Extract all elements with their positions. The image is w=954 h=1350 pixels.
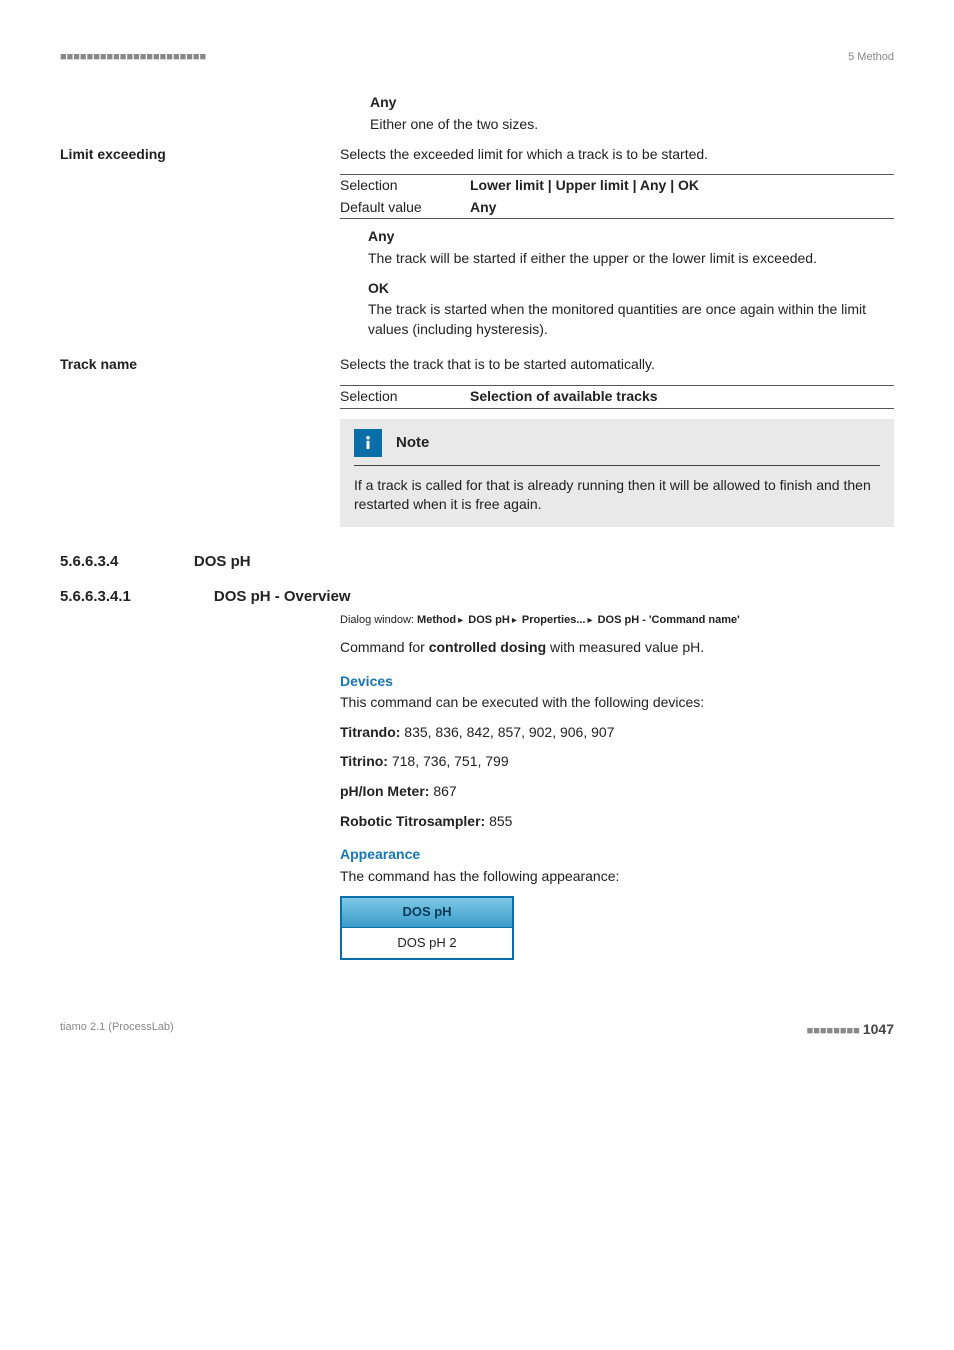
sel-key: Selection	[340, 175, 470, 197]
sec1-num: 5.6.6.3.4	[60, 551, 190, 572]
header-decoration: ■■■■■■■■■■■■■■■■■■■■■■	[60, 50, 206, 65]
dialog-path: Dialog window: Method DOS pH Properties.…	[340, 613, 894, 628]
limit-exceeding-table: Selection Lower limit | Upper limit | An…	[340, 174, 894, 219]
any-title: Any	[370, 93, 894, 113]
default-val: Any	[470, 199, 496, 215]
titrando-line: Titrando: 835, 836, 842, 857, 902, 906, …	[340, 723, 894, 743]
sec2-title: DOS pH - Overview	[214, 588, 351, 605]
triangle-icon	[510, 614, 519, 626]
dialog-b: DOS pH	[468, 614, 510, 626]
track-name-table: Selection Selection of available tracks	[340, 385, 894, 409]
dialog-d: DOS pH - 'Command name'	[598, 614, 740, 626]
cmd-desc-bold: controlled dosing	[429, 639, 546, 655]
appearance-intro: The command has the following appearance…	[340, 867, 894, 887]
command-desc: Command for controlled dosing with measu…	[340, 638, 894, 658]
titrino-line: Titrino: 718, 736, 751, 799	[340, 752, 894, 772]
limit-exceeding-label: Limit exceeding	[60, 145, 320, 165]
triangle-icon	[456, 614, 465, 626]
note-title: Note	[396, 432, 429, 453]
note-box: Note If a track is called for that is al…	[340, 419, 894, 527]
titrando-val: 835, 836, 842, 857, 902, 906, 907	[400, 724, 614, 740]
footer-bars: ■■■■■■■■	[807, 1025, 860, 1037]
sec1-title: DOS pH	[194, 553, 251, 570]
command-box-title: DOS pH	[342, 898, 512, 927]
cmd-desc-post: with measured value pH.	[546, 639, 704, 655]
page-number: 1047	[863, 1021, 894, 1037]
phion-label: pH/Ion Meter:	[340, 783, 429, 799]
phion-val: 867	[429, 783, 456, 799]
devices-intro: This command can be executed with the fo…	[340, 693, 894, 713]
default-key: Default value	[340, 197, 470, 219]
footer-left: tiamo 2.1 (ProcessLab)	[60, 1020, 174, 1040]
robotic-line: Robotic Titrosampler: 855	[340, 812, 894, 832]
track-sel-val: Selection of available tracks	[470, 388, 658, 404]
ok-subdesc: The track is started when the monitored …	[368, 300, 894, 339]
cmd-desc-pre: Command for	[340, 639, 429, 655]
ok-subhead: OK	[368, 279, 894, 299]
command-box: DOS pH DOS pH 2	[340, 896, 514, 959]
sel-val: Lower limit | Upper limit | Any | OK	[470, 177, 699, 193]
titrando-label: Titrando:	[340, 724, 400, 740]
phion-line: pH/Ion Meter: 867	[340, 782, 894, 802]
devices-heading: Devices	[340, 672, 894, 692]
any-subhead: Any	[368, 227, 894, 247]
titrino-val: 718, 736, 751, 799	[388, 753, 509, 769]
any-desc: Either one of the two sizes.	[370, 115, 894, 135]
any-subdesc: The track will be started if either the …	[368, 249, 894, 269]
robotic-val: 855	[485, 813, 512, 829]
footer-right: ■■■■■■■■ 1047	[807, 1020, 894, 1040]
dialog-a: Method	[417, 614, 456, 626]
command-box-body: DOS pH 2	[342, 928, 512, 958]
robotic-label: Robotic Titrosampler:	[340, 813, 485, 829]
track-sel-key: Selection	[340, 385, 470, 408]
triangle-icon	[585, 614, 594, 626]
limit-exceeding-intro: Selects the exceeded limit for which a t…	[340, 145, 894, 165]
dialog-c: Properties...	[522, 614, 586, 626]
track-name-intro: Selects the track that is to be started …	[340, 355, 894, 375]
titrino-label: Titrino:	[340, 753, 388, 769]
track-name-label: Track name	[60, 355, 320, 375]
appearance-heading: Appearance	[340, 845, 894, 865]
dialog-prefix: Dialog window:	[340, 614, 417, 626]
info-icon	[354, 429, 382, 457]
note-body: If a track is called for that is already…	[354, 476, 880, 515]
sec2-num: 5.6.6.3.4.1	[60, 586, 210, 607]
header-chapter: 5 Method	[848, 50, 894, 65]
